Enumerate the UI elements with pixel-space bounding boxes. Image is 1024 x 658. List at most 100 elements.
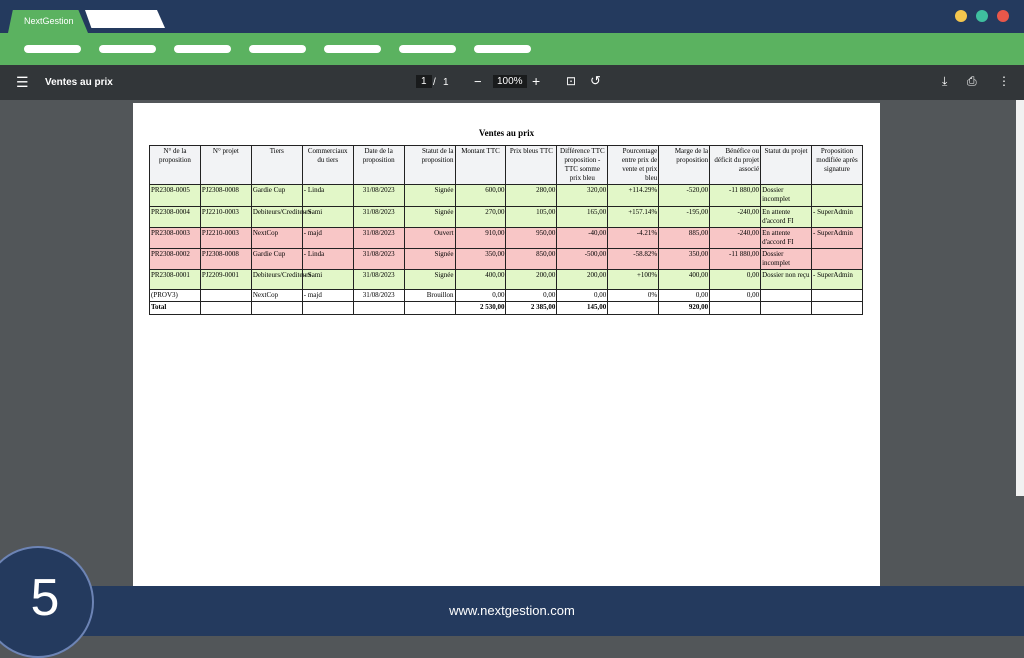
table-cell: 350,00 [658, 247, 711, 271]
table-row: PR2308-0004 PJ2210-0003 Debiteurs/Crediteu… [149, 205, 864, 228]
table-cell: Signée [403, 184, 456, 207]
table-cell: -58.82% [607, 247, 660, 271]
scrollbar[interactable] [1016, 100, 1024, 496]
column-header: Prix bleus TTC [505, 144, 558, 186]
browser-tab-blank[interactable] [85, 10, 165, 28]
table-cell: 105,00 [505, 205, 558, 228]
table-cell: PR2308-0005 [149, 184, 201, 207]
total-cell [301, 301, 354, 316]
table-cell: 0,00 [658, 289, 711, 303]
window-close-button[interactable] [997, 10, 1009, 22]
total-cell: 145,00 [556, 301, 609, 316]
table-cell: PJ2210-0003 [199, 205, 252, 228]
table-cell: -240,00 [709, 226, 762, 249]
table-cell: - SuperAdmin [810, 205, 864, 228]
table-cell: -240,00 [709, 205, 762, 228]
nav-item[interactable] [324, 45, 381, 53]
table-cell: 600,00 [454, 184, 507, 207]
nav-item[interactable] [24, 45, 81, 53]
table-cell: - Linda [301, 184, 354, 207]
table-cell: 31/08/2023 [352, 269, 405, 291]
table-cell: +114.29% [607, 184, 660, 207]
table-cell: 31/08/2023 [352, 184, 405, 207]
table-cell: -520,00 [658, 184, 711, 207]
table-cell: - Linda [301, 247, 354, 271]
table-cell: Dossier incomplet [760, 184, 812, 207]
table-cell: - SuperAdmin [810, 226, 864, 249]
table-cell: 0,00 [454, 289, 507, 303]
table-cell [760, 289, 812, 303]
table-cell: 200,00 [505, 269, 558, 291]
table-cell: Gardie Cup [250, 247, 303, 271]
report-title: Ventes au prix [478, 128, 535, 138]
download-icon[interactable]: ⤓ [942, 74, 947, 89]
table-cell: 280,00 [505, 184, 558, 207]
window-maximize-button[interactable] [976, 10, 988, 22]
table-cell: 0,00 [556, 289, 609, 303]
table-cell: En attente d'accord FI [760, 205, 812, 228]
table-cell [810, 184, 864, 207]
table-cell: 320,00 [556, 184, 609, 207]
table-row: (PROV3) NextCop - majd 31/08/2023 Brouillon 0… [149, 289, 864, 303]
table-cell: 950,00 [505, 226, 558, 249]
table-cell: - majd [301, 226, 354, 249]
total-cell: 2 385,00 [505, 301, 558, 316]
table-cell: -195,00 [658, 205, 711, 228]
table-cell: Signée [403, 269, 456, 291]
footer-url: www.nextgestion.com [449, 603, 575, 618]
table-cell: 850,00 [505, 247, 558, 271]
zoom-in-button[interactable]: + [532, 73, 540, 89]
table-cell: PR2308-0003 [149, 226, 201, 249]
column-header: Pourcentage entre prix de vente et prix … [607, 144, 660, 186]
total-cell [810, 301, 864, 316]
sales-table: N° de la proposition N° projet Tiers Commer… [149, 144, 864, 316]
table-cell [810, 247, 864, 271]
table-row: PR2308-0005 PJ2308-0008 Gardie Cup - Linda 3… [149, 184, 864, 207]
column-header: Commerciaux du tiers [301, 144, 354, 186]
zoom-input[interactable]: 100% [493, 75, 527, 88]
table-row: PR2308-0003 PJ2210-0003 NextCop - majd 31/08… [149, 226, 864, 249]
total-cell [199, 301, 252, 316]
table-cell: 165,00 [556, 205, 609, 228]
table-cell: 0% [607, 289, 660, 303]
rotate-icon[interactable]: ↺ [590, 73, 601, 89]
total-cell [352, 301, 405, 316]
page-number-input[interactable]: 1 [416, 75, 432, 88]
table-cell: 400,00 [454, 269, 507, 291]
browser-tab-nextgestion[interactable]: NextGestion [8, 10, 88, 33]
table-cell: 200,00 [556, 269, 609, 291]
table-cell: -500,00 [556, 247, 609, 271]
column-header: Proposition modifiée après signature [810, 144, 864, 186]
nav-item[interactable] [249, 45, 306, 53]
column-header: Date de la proposition [352, 144, 405, 186]
table-cell: PJ2308-0008 [199, 184, 252, 207]
browser-titlebar: NextGestion [0, 0, 1024, 33]
zoom-out-button[interactable]: − [474, 74, 482, 89]
table-cell: 350,00 [454, 247, 507, 271]
table-cell: - Sami [301, 205, 354, 228]
footer: www.nextgestion.com [0, 586, 1024, 636]
table-cell: 0,00 [709, 289, 762, 303]
table-cell: NextCop [250, 289, 303, 303]
document-title: Ventes au prix [45, 77, 113, 88]
nav-item[interactable] [474, 45, 531, 53]
menu-icon[interactable]: ☰ [16, 74, 29, 91]
column-header: N° de la proposition [149, 144, 201, 186]
more-options-icon[interactable]: ⋮ [998, 74, 1010, 88]
column-header: Marge de la proposition [658, 144, 711, 186]
nav-item[interactable] [99, 45, 156, 53]
nav-item[interactable] [399, 45, 456, 53]
total-cell [607, 301, 660, 316]
pdf-toolbar: ☰ Ventes au prix 1 / 1 − 100% + ⊡ ↺ ⤓ ⎙ … [0, 65, 1024, 100]
print-icon[interactable]: ⎙ [967, 74, 977, 89]
column-header: Différence TTC proposition - TTC somme p… [556, 144, 609, 186]
fit-page-icon[interactable]: ⊡ [566, 74, 576, 88]
table-cell: - Sami [301, 269, 354, 291]
window-minimize-button[interactable] [955, 10, 967, 22]
page-total: 1 [443, 77, 449, 88]
table-cell: 0,00 [505, 289, 558, 303]
nav-item[interactable] [174, 45, 231, 53]
table-cell: PJ2210-0003 [199, 226, 252, 249]
table-cell [199, 289, 252, 303]
column-header: Statut de la proposition [403, 144, 456, 186]
